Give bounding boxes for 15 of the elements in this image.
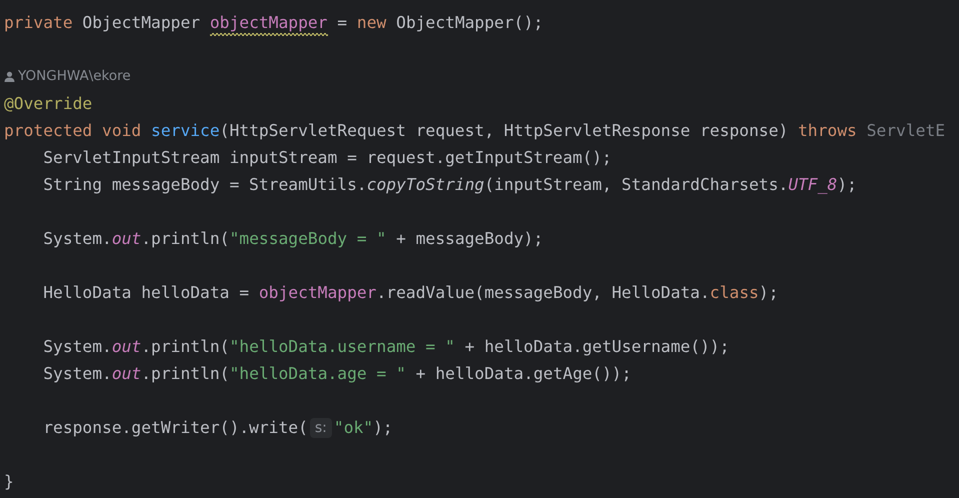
code-text: } xyxy=(4,471,14,493)
code-text: System.out.println("messageBody = " + messageBody); xyxy=(42,228,544,250)
code-text: private ObjectMapper objectMapper = new ObjectMapper(); xyxy=(4,9,544,36)
code-text: response.getWriter().write( xyxy=(42,417,308,439)
code-text: String messageBody = StreamUtils.copyToString(inputStream, StandardCharsets.UTF_8); xyxy=(42,174,857,196)
parameter-hint: s: xyxy=(310,418,332,438)
person-icon xyxy=(4,71,15,82)
code-text: ServletInputStream inputStream = request.getInputStream(); xyxy=(42,147,612,169)
code-text: @Override xyxy=(4,93,92,115)
code-text: System.out.println("helloData.username = " + helloData.getUsername()); xyxy=(42,336,730,358)
code-text: protected void service(HttpServletRequest request, HttpServletResponse response) throws ServletE xyxy=(4,120,946,142)
author-name[interactable]: YONGHWA\ekore xyxy=(18,63,131,90)
code-text: HelloData helloData = objectMapper.readValue(messageBody, HelloData.class); xyxy=(42,282,778,304)
code-text: System.out.println("helloData.age = " + helloData.getAge()); xyxy=(42,363,632,385)
code-text: "ok"); xyxy=(334,417,393,439)
